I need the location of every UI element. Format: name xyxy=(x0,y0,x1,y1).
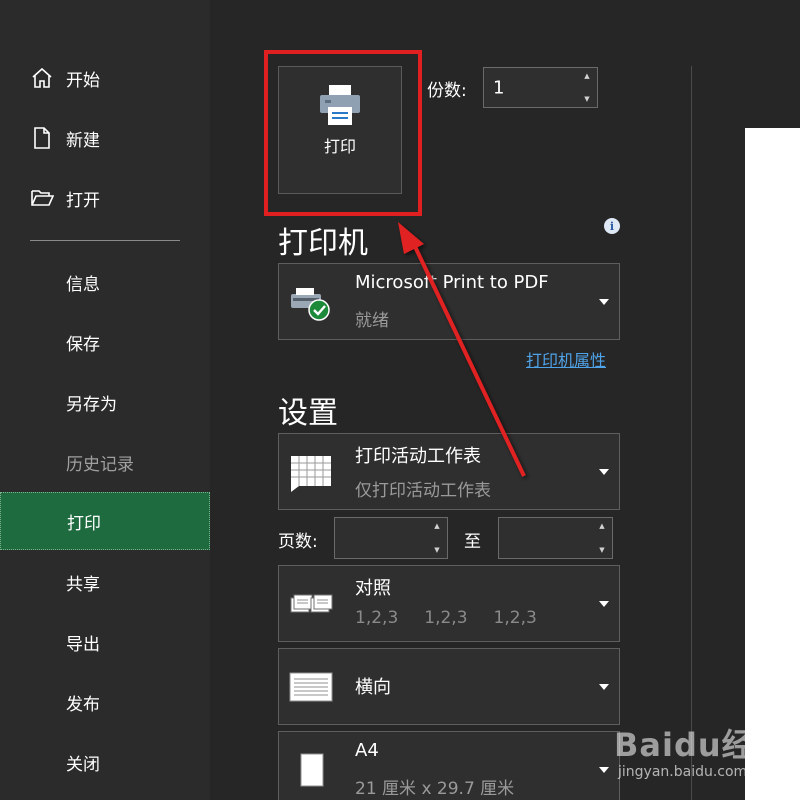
sidebar-item-label: 保存 xyxy=(66,334,100,355)
print-scope-dropdown[interactable]: 打印活动工作表 仅打印活动工作表 xyxy=(278,433,620,510)
collate-title: 对照 xyxy=(355,578,391,599)
chevron-down-icon xyxy=(599,683,609,690)
copies-value: 1 xyxy=(493,77,505,98)
sidebar-item-share[interactable]: 共享 xyxy=(0,553,210,611)
print-button-label: 打印 xyxy=(323,137,356,156)
chevron-down-icon xyxy=(599,298,609,305)
sidebar-item-label: 共享 xyxy=(66,574,100,595)
sidebar-item-save[interactable]: 保存 xyxy=(0,313,210,371)
sidebar-item-close[interactable]: 关闭 xyxy=(0,733,210,791)
chevron-down-icon xyxy=(599,766,609,773)
sidebar-item-export[interactable]: 导出 xyxy=(0,613,210,671)
pages-label: 页数: xyxy=(278,532,318,552)
sidebar-item-info[interactable]: 信息 xyxy=(0,253,210,311)
copies-label: 份数: xyxy=(427,81,467,101)
preview-divider xyxy=(691,66,692,800)
printer-properties-link[interactable]: 打印机属性 xyxy=(526,347,606,371)
chevron-down-icon xyxy=(599,600,609,607)
pages-to-arrows: ▲ ▼ xyxy=(596,521,608,555)
stepper-down-icon[interactable]: ▼ xyxy=(434,545,439,555)
printer-dropdown[interactable]: Microsoft Print to PDF 就绪 xyxy=(278,263,620,340)
collate-value: 1,2,3 xyxy=(355,608,399,628)
stepper-down-icon[interactable]: ▼ xyxy=(599,545,604,555)
pages-from-arrows: ▲ ▼ xyxy=(431,521,443,555)
collate-dropdown[interactable]: 对照 1,2,3 1,2,3 1,2,3 xyxy=(278,565,620,642)
info-icon[interactable]: i xyxy=(604,218,620,234)
print-button[interactable]: 打印 xyxy=(278,66,402,194)
sidebar-item-label: 打开 xyxy=(66,190,100,211)
print-scope-title: 打印活动工作表 xyxy=(355,446,481,467)
worksheet-grid-icon xyxy=(291,455,331,492)
stepper-up-icon[interactable]: ▲ xyxy=(434,521,439,531)
copies-stepper-arrows: ▲ ▼ xyxy=(581,71,593,104)
orientation-dropdown[interactable]: 横向 xyxy=(278,648,620,725)
collate-value: 1,2,3 xyxy=(493,608,537,628)
sidebar-item-open[interactable]: 打开 xyxy=(0,169,210,227)
printer-name: Microsoft Print to PDF xyxy=(355,272,549,293)
collate-values: 1,2,3 1,2,3 1,2,3 xyxy=(355,608,537,628)
stepper-up-icon[interactable]: ▲ xyxy=(599,521,604,531)
sidebar-item-label: 打印 xyxy=(67,513,101,534)
paper-size-icon xyxy=(300,753,324,786)
sidebar-item-label: 关闭 xyxy=(66,754,100,775)
printer-icon xyxy=(320,85,360,125)
sidebar-divider xyxy=(30,240,180,241)
sidebar-item-new[interactable]: 新建 xyxy=(0,109,210,167)
chevron-down-icon xyxy=(599,468,609,475)
sidebar-item-print[interactable]: 打印 xyxy=(0,492,210,550)
collate-value: 1,2,3 xyxy=(424,608,468,628)
settings-heading: 设置 xyxy=(278,396,338,431)
sidebar-item-label: 信息 xyxy=(66,274,100,295)
stepper-down-icon[interactable]: ▼ xyxy=(584,94,589,104)
printer-heading: 打印机 xyxy=(278,226,368,261)
paper-size-subtitle: 21 厘米 x 29.7 厘米 xyxy=(355,779,515,799)
sidebar-item-save-as[interactable]: 另存为 xyxy=(0,373,210,431)
new-document-icon xyxy=(34,127,50,149)
sidebar-item-label: 开始 xyxy=(66,70,100,91)
home-icon xyxy=(32,67,52,88)
sidebar-item-home[interactable]: 开始 xyxy=(0,49,210,107)
folder-open-icon xyxy=(31,190,54,206)
print-scope-subtitle: 仅打印活动工作表 xyxy=(355,481,491,501)
pages-from-stepper[interactable]: ▲ ▼ xyxy=(334,517,448,559)
backstage-sidebar: 开始 新建 打开 信息 保存 另存为 历史记录 打印 共享 导出 发布 关闭 xyxy=(0,0,210,800)
printer-status: 就绪 xyxy=(355,311,389,331)
sidebar-item-label: 发布 xyxy=(66,694,100,715)
paper-size-dropdown[interactable]: A4 21 厘米 x 29.7 厘米 xyxy=(278,731,620,800)
pages-to-label: 至 xyxy=(464,532,481,552)
collated-pages-icon xyxy=(290,594,333,612)
stepper-up-icon[interactable]: ▲ xyxy=(584,71,589,81)
sidebar-item-label: 另存为 xyxy=(66,394,117,415)
sidebar-item-label: 导出 xyxy=(66,634,100,655)
copies-stepper[interactable]: 1 ▲ ▼ xyxy=(483,67,598,108)
landscape-page-icon xyxy=(289,672,333,701)
sidebar-item-label: 新建 xyxy=(66,130,100,151)
print-preview-page xyxy=(745,128,800,800)
sidebar-item-label: 历史记录 xyxy=(66,454,134,475)
sidebar-item-history: 历史记录 xyxy=(0,433,210,491)
paper-size-title: A4 xyxy=(355,740,379,761)
sidebar-item-publish[interactable]: 发布 xyxy=(0,673,210,731)
orientation-title: 横向 xyxy=(355,677,391,698)
printer-ready-icon xyxy=(291,287,330,321)
pages-to-stepper[interactable]: ▲ ▼ xyxy=(498,517,613,559)
